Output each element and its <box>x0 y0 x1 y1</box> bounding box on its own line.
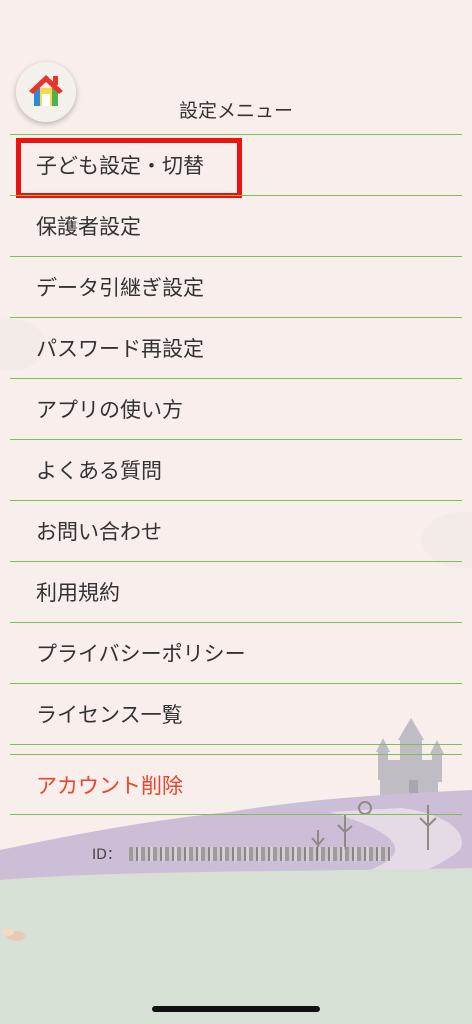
menu-item-label: よくある質問 <box>36 459 162 483</box>
menu-item-label: データ引継ぎ設定 <box>36 276 204 300</box>
home-button[interactable] <box>16 62 76 122</box>
menu-item-label: 利用規約 <box>36 581 120 605</box>
menu-item-label: パスワード再設定 <box>36 337 204 361</box>
menu-item-child-settings[interactable]: 子ども設定・切替 <box>10 134 462 198</box>
settings-menu: 子ども設定・切替 保護者設定 データ引継ぎ設定 パスワード再設定 アプリの使い方… <box>10 134 462 815</box>
menu-item-label: 子ども設定・切替 <box>36 154 204 178</box>
account-id-value-redacted <box>128 847 391 861</box>
menu-item-privacy-policy[interactable]: プライバシーポリシー <box>10 622 462 683</box>
menu-item-contact[interactable]: お問い合わせ <box>10 500 462 561</box>
account-id-label: ID： <box>92 847 121 863</box>
menu-item-label: アプリの使い方 <box>36 398 183 422</box>
menu-item-terms[interactable]: 利用規約 <box>10 561 462 622</box>
menu-divider <box>10 744 462 754</box>
menu-item-label: お問い合わせ <box>36 520 162 544</box>
menu-item-faq[interactable]: よくある質問 <box>10 439 462 500</box>
menu-item-label: プライバシーポリシー <box>36 642 246 666</box>
menu-item-data-transfer[interactable]: データ引継ぎ設定 <box>10 256 462 317</box>
account-id-row: ID： <box>92 844 391 864</box>
menu-item-label: 保護者設定 <box>36 215 141 239</box>
house-icon <box>29 75 63 106</box>
ground <box>0 868 472 1024</box>
menu-item-delete-account[interactable]: アカウント削除 <box>10 754 462 815</box>
menu-item-label: ライセンス一覧 <box>36 703 183 727</box>
menu-item-label: アカウント削除 <box>36 773 183 798</box>
menu-item-guardian-settings[interactable]: 保護者設定 <box>10 195 462 256</box>
menu-item-licenses[interactable]: ライセンス一覧 <box>10 683 462 744</box>
menu-item-password-reset[interactable]: パスワード再設定 <box>10 317 462 378</box>
home-indicator[interactable] <box>152 1006 320 1012</box>
menu-item-how-to-use[interactable]: アプリの使い方 <box>10 378 462 439</box>
